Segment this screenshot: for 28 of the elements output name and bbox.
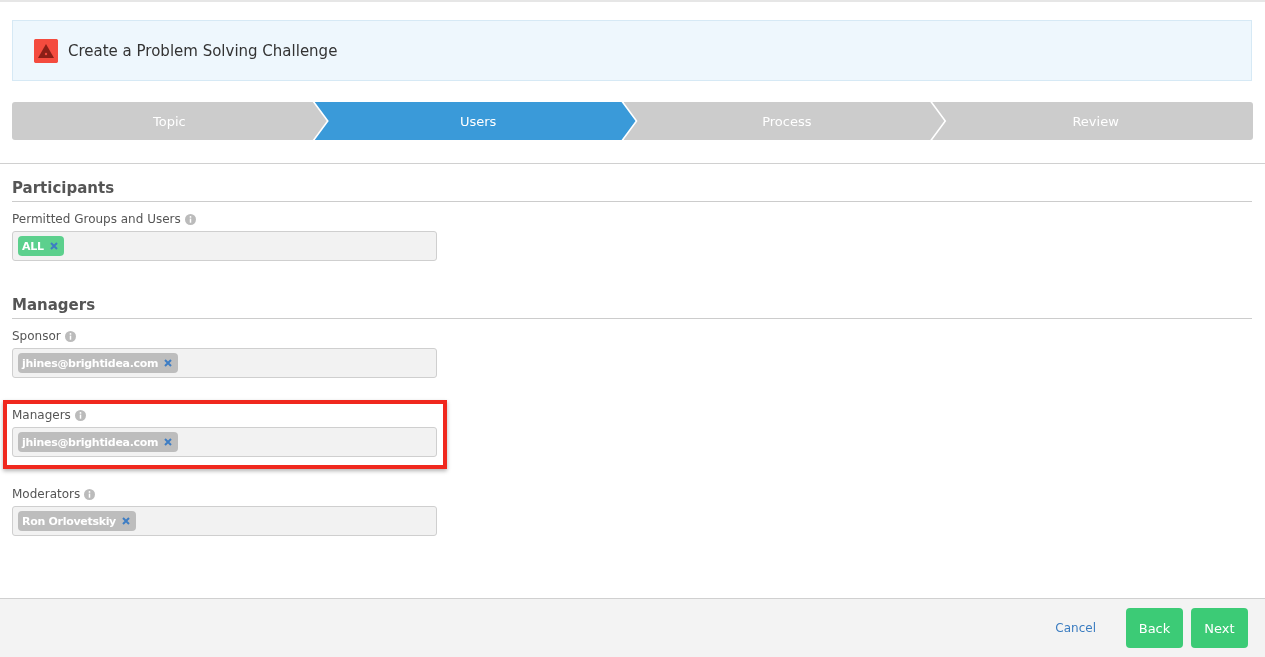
- field-label: Managers: [12, 408, 71, 422]
- tag-input-field[interactable]: ALL: [12, 231, 437, 261]
- remove-icon[interactable]: [49, 242, 58, 250]
- tag-text: Ron Orlovetskiy: [22, 514, 116, 528]
- back-button[interactable]: Back: [1126, 608, 1183, 648]
- info-icon[interactable]: [84, 488, 96, 500]
- warning-icon: [34, 38, 58, 63]
- remove-icon[interactable]: [122, 517, 130, 525]
- field-label: Moderators: [12, 487, 81, 501]
- tag-text: jhines@brightidea.com: [22, 435, 159, 449]
- info-icon[interactable]: [184, 213, 196, 225]
- section-heading: Participants: [12, 179, 1252, 202]
- section-heading: Managers: [12, 296, 1252, 319]
- remove-icon[interactable]: [164, 359, 173, 367]
- field-label: Sponsor: [12, 329, 61, 343]
- page-title: Create a Problem Solving Challenge: [68, 41, 338, 60]
- cancel-link[interactable]: Cancel: [1055, 621, 1096, 635]
- next-button[interactable]: Next: [1191, 608, 1248, 648]
- tag-input-field[interactable]: jhines@brightidea.com: [12, 427, 437, 457]
- info-icon[interactable]: [64, 330, 76, 342]
- remove-icon[interactable]: [164, 438, 173, 446]
- step-tab[interactable]: Users: [314, 102, 636, 140]
- tag-text: ALL: [22, 239, 44, 253]
- tag-input-field[interactable]: jhines@brightidea.com: [12, 348, 437, 378]
- tag-text: jhines@brightidea.com: [22, 356, 159, 370]
- tag-input-field[interactable]: Ron Orlovetskiy: [12, 506, 437, 536]
- field-label: Permitted Groups and Users: [12, 212, 181, 226]
- info-icon[interactable]: [74, 409, 86, 421]
